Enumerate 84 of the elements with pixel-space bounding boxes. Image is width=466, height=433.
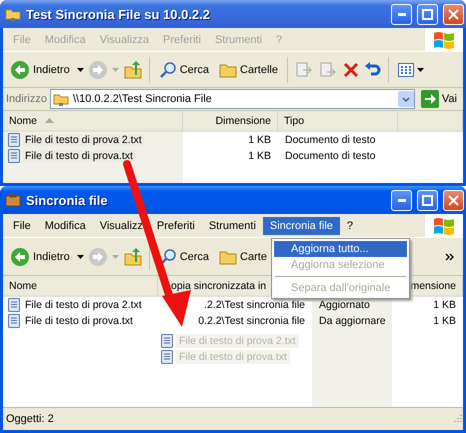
chevron-right-icon [445, 252, 455, 260]
folders-button[interactable]: Carte [216, 246, 270, 266]
dragged-file-name: File di testo di prova 2.txt [176, 334, 299, 348]
resize-grip-icon [451, 413, 463, 425]
column-header[interactable]: Nome [3, 111, 183, 132]
document-arrow-icon [318, 60, 338, 78]
menu-item[interactable]: Sincronia file [262, 216, 340, 234]
arrow-right-icon [420, 90, 439, 108]
table-cell-text: Da aggiornare [318, 315, 387, 327]
go-button[interactable]: Vai [418, 88, 460, 110]
search-icon [158, 60, 177, 78]
text-file-icon [8, 314, 20, 328]
text-file-icon [8, 133, 20, 147]
back-button[interactable]: Indietro [7, 244, 73, 268]
menu-item[interactable]: Visualizz [92, 216, 150, 234]
menu-item[interactable]: Modifica [38, 216, 93, 234]
close-button[interactable] [443, 4, 464, 24]
search-button[interactable]: Cerca [156, 58, 212, 80]
file-name[interactable]: File di testo di prova 2.txt [23, 134, 144, 146]
text-file-icon [161, 334, 173, 348]
table-cell-text: 1 KB [432, 315, 457, 327]
window-title: Sincronia file [26, 192, 109, 208]
table-cell-text: 1 KB [247, 134, 272, 146]
folder-up-icon [122, 60, 143, 80]
arrow-right-icon [88, 60, 108, 80]
caret-icon [416, 68, 424, 72]
chevron-down-icon [402, 96, 410, 102]
back-button[interactable]: Indietro [7, 58, 73, 82]
table-cell-text: 1 KB [432, 299, 457, 311]
table-cell-text: .2.2\Test sincronia file [203, 299, 306, 311]
file-name[interactable]: File di testo di prova.txt [23, 315, 135, 327]
sort-icon [45, 118, 54, 123]
folders-button[interactable]: Cartelle [216, 60, 281, 80]
delete-icon [342, 60, 360, 78]
minimize-icon [398, 12, 406, 16]
menu-item[interactable]: ? [340, 216, 360, 234]
text-file-icon [8, 149, 20, 163]
file-name[interactable]: File di testo di prova 2.txt [23, 299, 144, 311]
table-cell-text: Documento di testo [284, 150, 376, 162]
caret-icon [76, 254, 84, 258]
dropdown-button[interactable] [398, 91, 414, 107]
address-field[interactable]: \\10.0.2.2\Test Sincronia File [50, 89, 415, 109]
close-button[interactable] [443, 190, 464, 210]
arrow-left-icon [10, 60, 30, 80]
address-label: Indirizzo [6, 93, 47, 105]
column-header[interactable]: Dimensione [183, 111, 278, 132]
menu-item[interactable]: Aggiorna tutto... [274, 241, 407, 257]
arrow-right-icon [88, 246, 108, 266]
text-file-icon [8, 298, 20, 312]
folder-icon [219, 62, 238, 78]
maximize-button[interactable] [417, 190, 438, 210]
table-cell-text: 0.2.2\Test sincronia file [197, 315, 306, 327]
maximize-icon [422, 194, 433, 206]
close-icon [448, 8, 459, 20]
search-button[interactable]: Cerca [156, 246, 212, 268]
maximize-icon [422, 8, 433, 20]
column-header[interactable]: Nome [3, 276, 158, 297]
document-arrow-icon [294, 60, 314, 78]
menu-item[interactable]: File [6, 216, 38, 234]
column-header[interactable]: Tipo [278, 111, 398, 132]
text-file-icon [161, 350, 173, 364]
briefcase-icon [5, 192, 21, 208]
window-title: Test Sincronia File su 10.0.2.2 [26, 6, 211, 22]
dragged-file-name: File di testo di prova.txt [176, 350, 290, 364]
caret-icon [112, 254, 119, 258]
undo-icon [364, 60, 382, 78]
status-text: Oggetti: 2 [6, 413, 55, 425]
file-name[interactable]: File di testo di prova.txt [23, 150, 135, 162]
folder-up-icon [122, 246, 143, 266]
menu-item[interactable]: Preferiti [150, 216, 202, 234]
table-cell-text: Documento di testo [284, 134, 376, 146]
table-cell-text: Aggiornato [318, 299, 371, 311]
arrow-left-icon [10, 246, 30, 266]
caret-icon [112, 68, 119, 72]
folder-icon [219, 248, 238, 264]
grid-icon [398, 62, 414, 78]
table-cell-text: 1 KB [247, 150, 272, 162]
close-icon [448, 194, 459, 206]
maximize-button[interactable] [417, 4, 438, 24]
minimize-button[interactable] [391, 190, 412, 210]
caret-icon [76, 68, 84, 72]
menu-item[interactable]: Strumenti [202, 216, 263, 234]
minimize-icon [398, 198, 406, 202]
minimize-button[interactable] [391, 4, 412, 24]
